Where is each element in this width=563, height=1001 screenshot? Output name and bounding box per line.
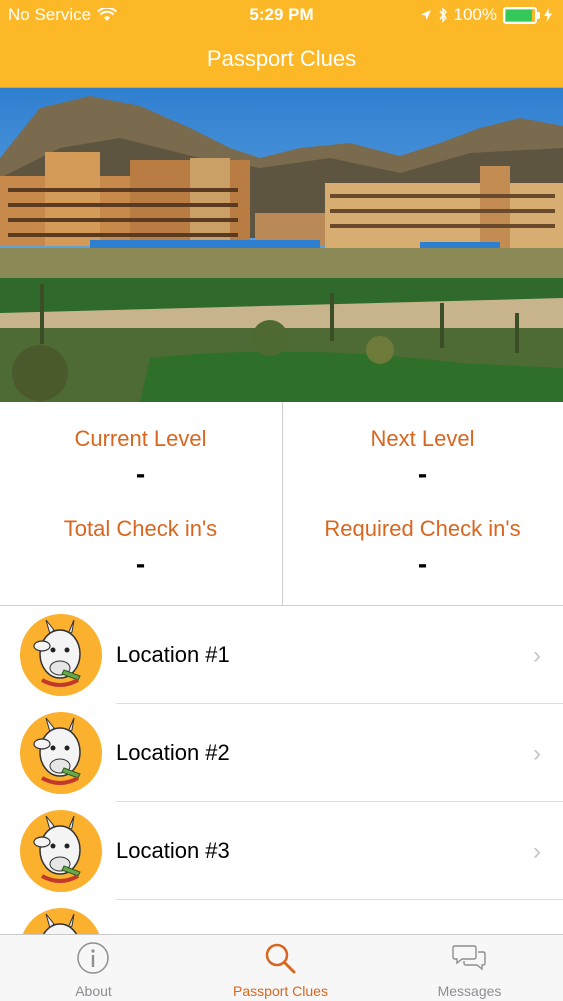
chevron-right-icon: › bbox=[533, 838, 541, 865]
hero-image bbox=[0, 88, 563, 402]
current-level-stat: Current Level - bbox=[0, 426, 281, 490]
location-row[interactable]: Location #3 › bbox=[0, 802, 563, 900]
total-checkins-label: Total Check in's bbox=[63, 516, 218, 541]
messages-icon bbox=[452, 945, 486, 971]
location-name: Location #1 bbox=[116, 642, 230, 667]
status-right: 100% bbox=[420, 5, 553, 25]
tab-passport-clues-label: Passport Clues bbox=[233, 983, 328, 999]
battery-percent: 100% bbox=[453, 5, 497, 24]
required-checkins-label: Required Check in's bbox=[324, 516, 521, 541]
stats-panel: Current Level - Next Level - Total Check… bbox=[0, 402, 563, 606]
tab-bar: About Passport Clues Messages bbox=[0, 934, 563, 1001]
location-name: Location #2 bbox=[116, 740, 230, 765]
location-name: Location #3 bbox=[116, 838, 230, 863]
next-level-label: Next Level bbox=[370, 426, 475, 451]
battery-icon bbox=[503, 6, 540, 24]
tab-messages[interactable]: Messages bbox=[376, 935, 563, 1001]
required-checkins-value: - bbox=[417, 548, 428, 579]
current-level-label: Current Level bbox=[74, 426, 207, 451]
tab-about[interactable]: About bbox=[0, 935, 187, 1001]
goat-avatar-icon bbox=[20, 712, 102, 794]
search-icon bbox=[265, 943, 296, 974]
location-row[interactable]: Location #1 › bbox=[0, 606, 563, 704]
location-row[interactable] bbox=[0, 900, 563, 934]
info-icon bbox=[77, 942, 109, 974]
nav-title: Passport Clues bbox=[0, 30, 563, 88]
goat-avatar-icon bbox=[20, 810, 102, 892]
required-checkins-stat: Required Check in's - bbox=[282, 516, 563, 580]
tab-passport-clues[interactable]: Passport Clues bbox=[187, 935, 374, 1001]
location-arrow-icon bbox=[420, 10, 431, 20]
chevron-right-icon: › bbox=[533, 642, 541, 669]
current-level-value: - bbox=[135, 458, 146, 489]
resort-scene-image bbox=[0, 88, 563, 402]
charging-icon bbox=[544, 8, 552, 22]
tab-about-label: About bbox=[75, 983, 112, 999]
bluetooth-icon bbox=[438, 7, 447, 23]
location-list: Location #1 › Location #2 › Location #3 … bbox=[0, 606, 563, 934]
next-level-stat: Next Level - bbox=[282, 426, 563, 490]
chevron-right-icon: › bbox=[533, 740, 541, 767]
next-level-value: - bbox=[417, 458, 428, 489]
goat-avatar-icon bbox=[20, 908, 102, 934]
location-row[interactable]: Location #2 › bbox=[0, 704, 563, 802]
goat-avatar-icon bbox=[20, 614, 102, 696]
status-bar: No Service 5:29 PM 100% bbox=[0, 0, 563, 30]
total-checkins-value: - bbox=[135, 548, 146, 579]
total-checkins-stat: Total Check in's - bbox=[0, 516, 281, 580]
tab-messages-label: Messages bbox=[437, 983, 502, 999]
